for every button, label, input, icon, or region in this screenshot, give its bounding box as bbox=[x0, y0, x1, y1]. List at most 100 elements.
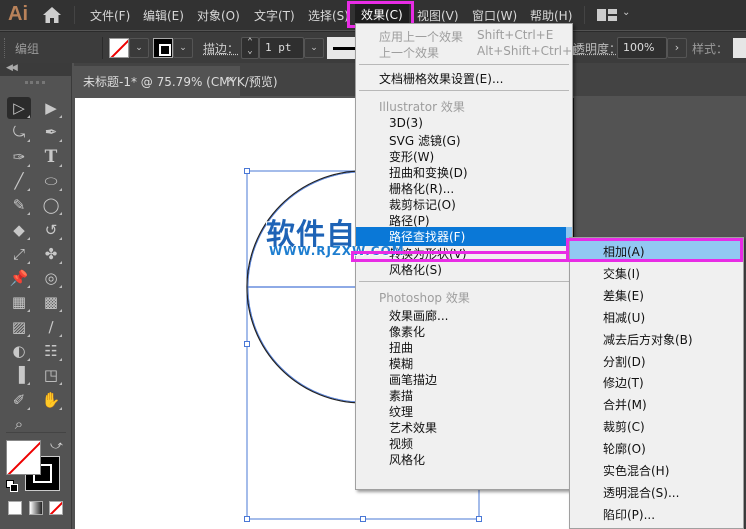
opacity-label[interactable]: 透明度： bbox=[573, 40, 621, 57]
document-tab[interactable]: 未标题-1* @ 75.79% (CMYK/预览) × bbox=[74, 66, 278, 96]
stroke-profile-preview[interactable] bbox=[327, 37, 357, 59]
submenu-item[interactable]: 交集(I) bbox=[570, 263, 743, 283]
home-icon[interactable] bbox=[42, 6, 62, 24]
menu-item[interactable]: 扭曲 bbox=[356, 339, 572, 355]
shape-builder-tool[interactable]: ◎ bbox=[39, 267, 63, 289]
menu-view[interactable]: 视图(V) bbox=[417, 7, 459, 24]
menu-item[interactable]: 纹理 bbox=[356, 403, 572, 419]
mesh-tool[interactable]: ▩ bbox=[39, 291, 63, 313]
swap-fill-stroke-icon[interactable]: ⤻ bbox=[50, 438, 63, 453]
menu-type[interactable]: 文字(T) bbox=[254, 7, 295, 24]
curvature-tool[interactable]: ✑ bbox=[7, 146, 31, 168]
menu-item[interactable]: 艺术效果 bbox=[356, 419, 572, 435]
submenu-item[interactable]: 陷印(P)... bbox=[570, 504, 743, 524]
artboard-tool[interactable]: ◳ bbox=[39, 364, 63, 386]
submenu-item-label: 相减(U) bbox=[603, 310, 646, 325]
opacity-arrow-button[interactable]: › bbox=[667, 38, 687, 58]
menu-item[interactable]: 裁剪标记(O) bbox=[356, 196, 572, 212]
menu-group-header: Illustrator 效果 bbox=[356, 98, 572, 114]
workspace-layout-icon[interactable] bbox=[597, 9, 617, 21]
gradient-mode-button[interactable] bbox=[29, 501, 43, 515]
chevron-down-icon[interactable]: ⌄ bbox=[622, 7, 630, 18]
menu-item[interactable]: 视频 bbox=[356, 435, 572, 451]
menu-item: 应用上一个效果 Shift+Ctrl+E bbox=[356, 28, 572, 44]
fill-dropdown-button[interactable]: ⌄ bbox=[129, 38, 149, 58]
menu-item[interactable]: 文档栅格效果设置(E)... bbox=[356, 70, 572, 86]
menu-item[interactable]: 素描 bbox=[356, 387, 572, 403]
menu-item[interactable]: SVG 滤镜(G) bbox=[356, 132, 572, 148]
symbol-sprayer-tool[interactable]: ☷ bbox=[39, 340, 63, 362]
rotate-tool[interactable]: ↺ bbox=[39, 219, 63, 241]
none-mode-button[interactable] bbox=[49, 501, 63, 515]
line-tool[interactable]: ╱ bbox=[7, 170, 31, 192]
stroke-label[interactable]: 描边： bbox=[203, 40, 239, 57]
puppet-warp-tool[interactable]: ✤ bbox=[39, 243, 63, 265]
selection-tool[interactable]: ▷ bbox=[7, 97, 31, 119]
graph-tool[interactable]: ▐ bbox=[7, 364, 31, 386]
submenu-item[interactable]: 实色混合(H) bbox=[570, 460, 743, 480]
menu-divider bbox=[584, 6, 585, 24]
menu-item[interactable]: 模糊 bbox=[356, 355, 572, 371]
menu-item[interactable]: 画笔描边 bbox=[356, 371, 572, 387]
menu-item[interactable]: 变形(W) bbox=[356, 148, 572, 164]
paintbrush-tool[interactable]: ✎ bbox=[7, 194, 31, 216]
direct-selection-tool[interactable]: ▶ bbox=[39, 97, 63, 119]
menu-window[interactable]: 窗口(W) bbox=[472, 7, 517, 24]
lasso-tool[interactable]: ⤿ bbox=[7, 121, 31, 143]
submenu-item[interactable]: 透明混合(S)... bbox=[570, 482, 743, 502]
collapse-icon[interactable]: ◀◀ bbox=[6, 63, 18, 73]
menu-item[interactable]: 效果画廊... bbox=[356, 307, 572, 323]
menu-item[interactable]: 像素化 bbox=[356, 323, 572, 339]
fill-swatch-large[interactable] bbox=[6, 440, 41, 475]
submenu-item[interactable]: 修边(T) bbox=[570, 372, 743, 392]
panel-grip[interactable] bbox=[4, 38, 7, 58]
submenu-item[interactable]: 轮廓(O) bbox=[570, 438, 743, 458]
perspective-grid-tool[interactable]: ▦ bbox=[7, 291, 31, 313]
submenu-item[interactable]: 差集(E) bbox=[570, 285, 743, 305]
ellipse-tool[interactable]: ⬭ bbox=[39, 170, 63, 192]
pen-tool[interactable]: ✒ bbox=[39, 121, 63, 143]
stroke-dropdown-button[interactable]: ⌄ bbox=[173, 38, 193, 58]
menu-item-label: 视频 bbox=[389, 437, 414, 451]
close-icon[interactable]: × bbox=[226, 73, 235, 86]
stroke-weight-stepper[interactable]: ⌃ ⌄ bbox=[241, 37, 259, 59]
stroke-weight-input[interactable]: 1 pt bbox=[259, 37, 304, 59]
style-swatch[interactable] bbox=[733, 38, 746, 58]
eraser-tool[interactable]: ◆ bbox=[7, 219, 31, 241]
menu-edit[interactable]: 编辑(E) bbox=[143, 7, 184, 24]
hand-tool[interactable]: ✋ bbox=[39, 389, 63, 411]
ruler-tool[interactable]: ∕ bbox=[39, 316, 63, 338]
submenu-item[interactable]: 减去后方对象(B) bbox=[570, 329, 743, 349]
scale-tool[interactable]: ⤢ bbox=[7, 243, 31, 265]
panel-grip[interactable] bbox=[25, 81, 45, 85]
shaper-tool[interactable]: ◯ bbox=[39, 194, 63, 216]
menu-file[interactable]: 文件(F) bbox=[90, 7, 130, 24]
menu-item-label: SVG 滤镜(G) bbox=[389, 134, 461, 148]
default-colors-icon[interactable] bbox=[6, 480, 18, 492]
opacity-input[interactable]: 100% bbox=[617, 37, 667, 59]
menu-item-label: 模糊 bbox=[389, 357, 414, 371]
blend-tool[interactable]: ◐ bbox=[7, 340, 31, 362]
slice-tool[interactable]: ✐ bbox=[7, 389, 31, 411]
stroke-weight-dropdown[interactable]: ⌄ bbox=[304, 38, 324, 58]
gradient-tool[interactable]: ▨ bbox=[7, 316, 31, 338]
stroke-color-swatch[interactable] bbox=[153, 38, 173, 58]
eraser-icon: ◆ bbox=[13, 220, 25, 239]
pin-tool[interactable]: 📌 bbox=[7, 267, 31, 289]
menu-item[interactable]: 风格化 bbox=[356, 451, 572, 467]
type-tool[interactable]: T bbox=[39, 146, 63, 168]
menu-item[interactable]: 扭曲和变换(D) bbox=[356, 164, 572, 180]
menu-object[interactable]: 对象(O) bbox=[197, 7, 240, 24]
menu-select[interactable]: 选择(S) bbox=[308, 7, 349, 24]
menu-help[interactable]: 帮助(H) bbox=[530, 7, 572, 24]
submenu-item[interactable]: 相减(U) bbox=[570, 307, 743, 327]
menu-item[interactable]: 3D(3) bbox=[356, 116, 572, 132]
menu-item[interactable]: 栅格化(R)... bbox=[356, 180, 572, 196]
submenu-item[interactable]: 合并(M) bbox=[570, 394, 743, 414]
submenu-item[interactable]: 裁剪(C) bbox=[570, 416, 743, 436]
menu-item[interactable]: 路径(P) bbox=[356, 212, 572, 228]
menu-item[interactable]: 风格化(S) bbox=[356, 261, 572, 277]
color-mode-button[interactable] bbox=[8, 501, 22, 515]
submenu-item[interactable]: 分割(D) bbox=[570, 351, 743, 371]
fill-color-swatch[interactable] bbox=[109, 38, 129, 58]
